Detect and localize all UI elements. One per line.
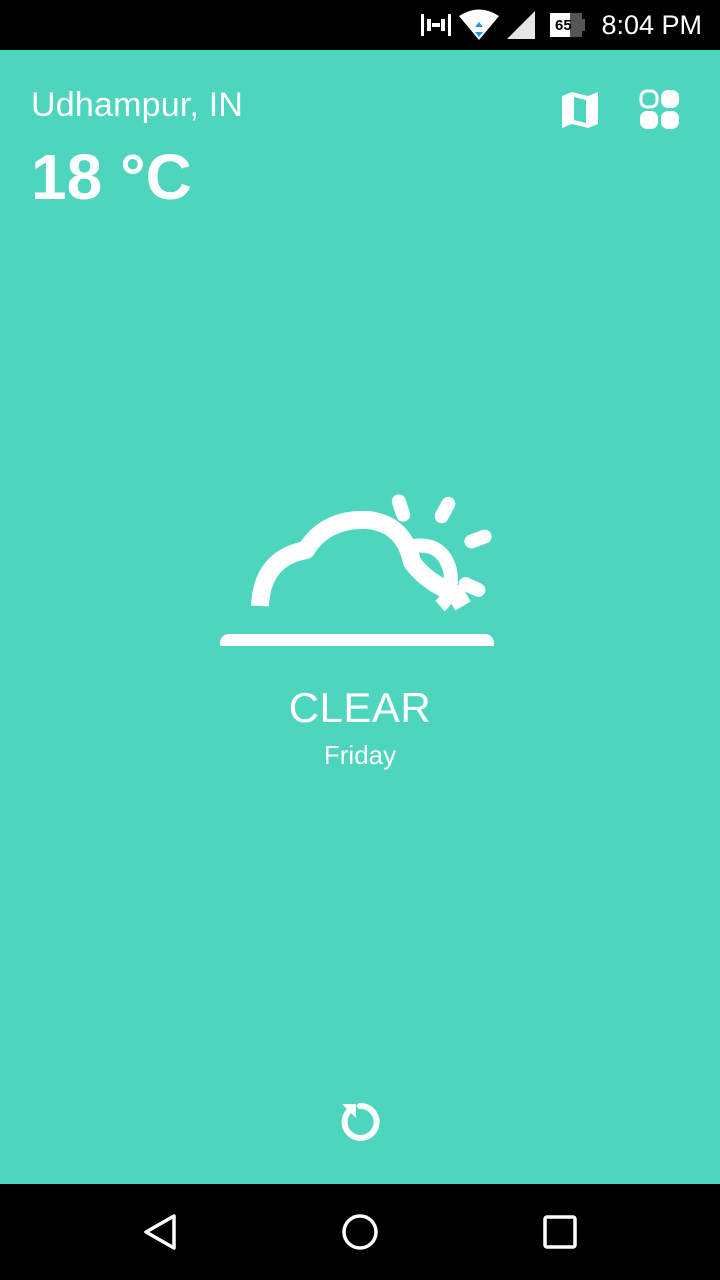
status-bar: 65 8:04 PM bbox=[0, 0, 720, 50]
recents-icon[interactable] bbox=[540, 1212, 580, 1252]
navigation-bar bbox=[0, 1184, 720, 1280]
wifi-icon bbox=[458, 0, 500, 50]
battery-level: 65 bbox=[555, 16, 572, 34]
temperature-label: 18 °C bbox=[31, 141, 192, 213]
map-icon[interactable] bbox=[558, 88, 602, 137]
vibrate-icon bbox=[420, 0, 452, 50]
weather-screen: Udhampur, IN 18 °C CLEAR Friday bbox=[0, 50, 720, 1184]
clock: 8:04 PM bbox=[601, 9, 702, 40]
partly-cloudy-icon bbox=[218, 490, 502, 652]
condition-label: CLEAR bbox=[288, 684, 432, 731]
cell-signal-icon bbox=[506, 0, 536, 50]
refresh-icon[interactable] bbox=[336, 1098, 384, 1151]
location-label: Udhampur, IN bbox=[31, 86, 244, 124]
home-icon[interactable] bbox=[340, 1212, 380, 1252]
back-icon[interactable] bbox=[140, 1212, 180, 1252]
day-label: Friday bbox=[323, 740, 397, 770]
grid-icon[interactable] bbox=[638, 88, 682, 137]
